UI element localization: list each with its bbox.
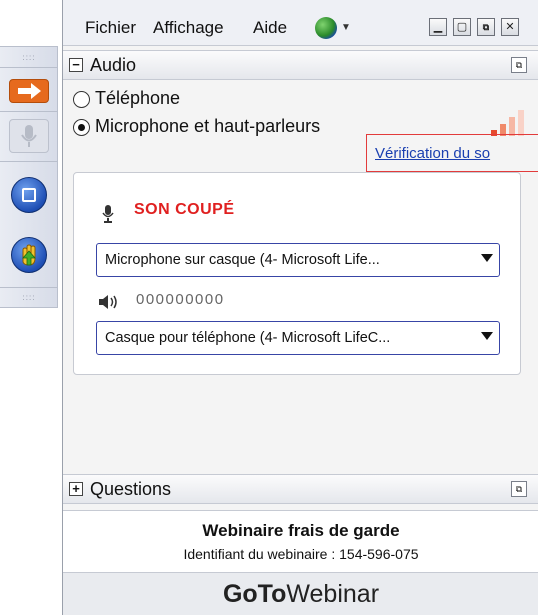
mic-speakers-radio[interactable] (73, 119, 90, 136)
speaker-select-value: Casque pour téléphone (4- Microsoft Life… (105, 330, 391, 346)
webinar-info: Webinaire frais de garde Identifiant du … (63, 510, 538, 572)
menu-bar: Fichier Affichage Aide ▼ ▁ ▢ ⧉ ✕ (63, 0, 538, 46)
strip-divider (0, 161, 58, 162)
speaker-level-meter: 000000000 (136, 291, 225, 308)
collapse-icon[interactable]: − (69, 58, 83, 72)
expand-icon[interactable]: + (69, 482, 83, 496)
gotowebinar-logo: GoToWebinar (63, 580, 538, 609)
popout-icon[interactable]: ⧉ (511, 57, 527, 73)
grip-bottom-icon[interactable]: :::: (22, 294, 36, 302)
microphone-icon (21, 125, 37, 147)
audio-check-link-text[interactable]: Vérification du so (375, 145, 490, 162)
questions-section-header[interactable]: + Questions ⧉ (63, 474, 538, 504)
brand-normal: Webinar (286, 580, 380, 608)
strip-divider (0, 287, 58, 288)
mute-button[interactable] (9, 119, 49, 153)
arrow-right-icon (18, 83, 41, 99)
chevron-down-icon[interactable] (481, 332, 493, 340)
show-panel-button[interactable] (9, 79, 49, 103)
webinar-id: Identifiant du webinaire : 154-596-075 (183, 546, 419, 562)
microphone-icon (102, 205, 114, 223)
raise-hand-icon (22, 244, 36, 266)
globe-icon[interactable] (315, 17, 337, 39)
speaker-select[interactable]: Casque pour téléphone (4- Microsoft Life… (96, 321, 500, 355)
questions-section-title: Questions (90, 479, 172, 499)
chevron-down-icon[interactable]: ▼ (341, 22, 351, 33)
popout-icon[interactable]: ⧉ (477, 18, 495, 36)
menu-fichier[interactable]: Fichier (85, 18, 136, 38)
restore-icon[interactable]: ▢ (453, 18, 471, 36)
menu-aide[interactable]: Aide (253, 18, 287, 38)
webinar-title: Webinaire frais de garde (202, 521, 400, 540)
audio-section-header[interactable]: − Audio ⧉ (63, 50, 538, 80)
chevron-down-icon[interactable] (481, 254, 493, 262)
gotowebinar-panel: Fichier Affichage Aide ▼ ▁ ▢ ⧉ ✕ − Audio… (62, 0, 538, 615)
minimize-icon[interactable]: ▁ (429, 18, 447, 36)
screen-icon (22, 188, 36, 202)
audio-settings-box: SON COUPÉ Microphone sur casque (4- Micr… (73, 172, 521, 375)
mic-speakers-label: Microphone et haut-parleurs (95, 116, 321, 136)
audio-section-title: Audio (90, 55, 137, 75)
popout-icon[interactable]: ⧉ (511, 481, 527, 497)
telephone-label: Téléphone (95, 88, 181, 108)
telephone-radio[interactable] (73, 91, 90, 108)
screen-button[interactable] (11, 177, 47, 213)
mic-muted-status: SON COUPÉ (134, 201, 235, 218)
brand-bold: GoTo (222, 580, 287, 608)
grip-top-icon[interactable]: :::: (22, 54, 36, 62)
speaker-icon (99, 295, 117, 309)
microphone-select-value: Microphone sur casque (4- Microsoft Life… (105, 252, 380, 268)
brand-bar: GoToWebinar (63, 572, 538, 615)
audio-level-icon (491, 110, 531, 136)
menu-affichage[interactable]: Affichage (153, 18, 224, 38)
microphone-select[interactable]: Microphone sur casque (4- Microsoft Life… (96, 243, 500, 277)
raise-hand-button[interactable] (11, 237, 47, 273)
control-strip: :::: :::: (0, 46, 58, 308)
strip-divider (0, 67, 58, 68)
close-icon[interactable]: ✕ (501, 18, 519, 36)
audio-check-link[interactable]: Vérification du so (366, 134, 538, 172)
strip-divider (0, 111, 58, 112)
